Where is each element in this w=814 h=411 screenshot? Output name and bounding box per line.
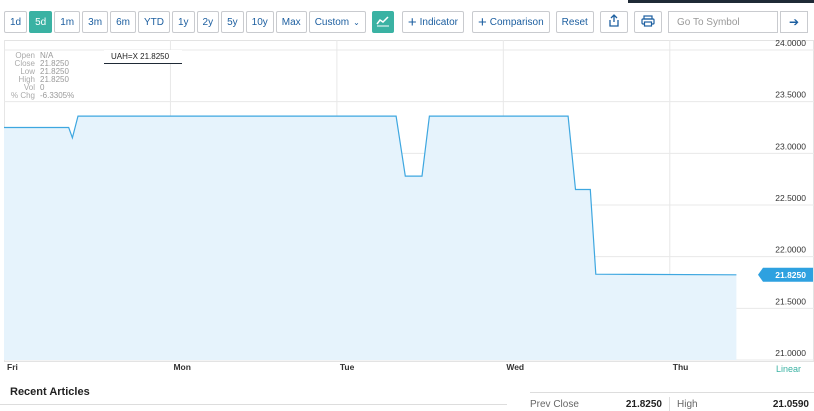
prev-close-label: Prev Close — [530, 399, 579, 410]
high-label: High — [677, 399, 698, 410]
y-tick-label: 24.0000 — [775, 40, 806, 48]
reset-label: Reset — [561, 16, 588, 28]
chart-area[interactable]: 24.0000 23.5000 23.0000 22.5000 22.0000 21.50… — [4, 40, 814, 375]
y-tick-label: 22.5000 — [775, 193, 806, 203]
current-price-label: 21.8250 — [775, 270, 806, 280]
indicator-button-label: Indicator — [419, 16, 458, 28]
comparison-button-label: Comparison — [489, 16, 544, 28]
print-button[interactable] — [633, 11, 662, 33]
range-button-label: 1m — [60, 16, 75, 28]
go-arrow-button[interactable]: ➔ — [780, 11, 808, 33]
high-value: 21.0590 — [772, 399, 809, 410]
range-button-6m[interactable]: 6m — [110, 11, 136, 33]
custom-range-label: Custom — [314, 16, 350, 28]
range-button-3m[interactable]: 3m — [82, 11, 109, 33]
range-button-max[interactable]: Max — [275, 11, 307, 33]
range-button-ytd[interactable]: YTD — [137, 11, 170, 33]
custom-range-dropdown[interactable]: Custom ⌄ — [308, 11, 366, 33]
share-icon — [608, 14, 620, 30]
recent-divider — [0, 404, 507, 405]
range-button-label: 6m — [116, 16, 130, 28]
x-tick-label: Fri — [7, 362, 18, 372]
stats-row: Prev Close 21.8250 High 21.0590 — [530, 392, 814, 411]
toolbar: 1d 5d 1m 3m 6m YTD 1y 2y 5y 10y Max Custom ⌄ + Indicat… — [4, 11, 664, 33]
y-tick-label: 23.5000 — [775, 90, 806, 100]
range-button-5d[interactable]: 5d — [29, 11, 53, 33]
range-button-1m[interactable]: 1m — [54, 11, 81, 33]
price-tag-arrow — [758, 267, 763, 282]
range-button-label: Max — [281, 16, 301, 28]
recent-articles-heading: Recent Articles — [10, 386, 90, 398]
printer-icon — [641, 14, 655, 30]
range-button-label: 1d — [10, 16, 22, 28]
chevron-down-icon: ⌄ — [353, 17, 360, 27]
info-label: % Chg — [10, 91, 35, 100]
price-chart[interactable]: 24.0000 23.5000 23.0000 22.5000 22.0000 21.50… — [4, 40, 814, 375]
x-tick-label: Mon — [173, 362, 190, 372]
info-row: % Chg -6.3305% — [8, 92, 74, 100]
y-tick-label: 21.0000 — [775, 348, 806, 358]
scale-type-label[interactable]: Linear — [776, 364, 801, 374]
top-strip — [628, 0, 814, 3]
range-button-label: 3m — [88, 16, 103, 28]
symbol-search-input[interactable]: Go To Symbol — [668, 11, 778, 33]
info-value: -6.3305% — [40, 91, 75, 100]
range-button-5y[interactable]: 5y — [221, 11, 244, 33]
range-button-label: 10y — [251, 16, 268, 28]
plus-icon: + — [407, 13, 417, 31]
range-button-10y[interactable]: 10y — [245, 11, 274, 33]
range-button-label: 1y — [177, 16, 189, 28]
area-chart-icon — [376, 15, 390, 30]
prev-close-value: 21.8250 — [625, 399, 662, 410]
indicator-button[interactable]: + Indicator — [401, 11, 464, 33]
comparison-button[interactable]: + Comparison — [471, 11, 550, 33]
share-button[interactable] — [599, 11, 628, 33]
plus-icon: + — [477, 13, 487, 31]
arrow-right-icon: ➔ — [788, 15, 800, 29]
x-tick-label: Wed — [506, 362, 524, 372]
range-button-2y[interactable]: 2y — [196, 11, 220, 33]
y-tick-label: 22.0000 — [775, 245, 806, 255]
info-value: 21.8250 — [40, 75, 69, 84]
range-button-1y[interactable]: 1y — [171, 11, 195, 33]
chart-type-button[interactable] — [371, 11, 394, 33]
range-button-label: YTD — [143, 16, 164, 28]
series-area-fill — [4, 116, 737, 360]
range-button-1d[interactable]: 1d — [4, 11, 28, 33]
range-button-label: 5d — [35, 16, 47, 28]
range-button-label: 2y — [202, 16, 214, 28]
series-legend: UAH=X 21.8250 — [104, 50, 182, 64]
reset-button[interactable]: Reset — [555, 11, 594, 33]
x-tick-label: Tue — [340, 362, 355, 372]
stats-separator — [669, 397, 670, 411]
x-tick-label: Thu — [673, 362, 689, 372]
ohlc-info-panel: Open N/A Close 21.8250 Low 21.8250 High 21.8250… — [8, 52, 74, 100]
y-tick-label: 23.0000 — [775, 141, 806, 151]
range-button-label: 5y — [227, 16, 238, 28]
y-tick-label: 21.5000 — [775, 296, 806, 306]
